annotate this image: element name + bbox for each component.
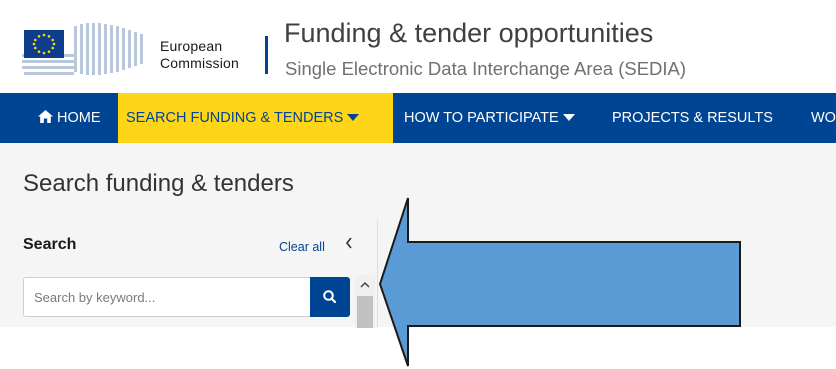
ec-line-1: European xyxy=(160,38,223,54)
page-title: Search funding & tenders xyxy=(23,170,294,197)
search-icon xyxy=(323,290,337,304)
ec-line-2: Commission xyxy=(160,55,240,71)
annotation-arrow xyxy=(378,197,741,367)
nav-label: HOME xyxy=(57,110,101,126)
nav-item-projects-results[interactable]: PROJECTS & RESULTS xyxy=(604,93,781,143)
nav-item-home[interactable]: HOME xyxy=(30,93,109,143)
search-panel-title: Search xyxy=(23,236,77,253)
chevron-left-icon xyxy=(345,237,352,249)
nav-label: WO xyxy=(811,110,836,126)
chevron-up-icon xyxy=(360,281,370,288)
clear-all-link[interactable]: Clear all xyxy=(279,240,325,254)
nav-label: SEARCH FUNDING & TENDERS xyxy=(126,110,344,126)
ec-logo-text: European Commission xyxy=(160,38,239,72)
site-subtitle: Single Electronic Data Interchange Area … xyxy=(285,58,687,79)
home-icon xyxy=(38,109,53,123)
main-nav: HOME SEARCH FUNDING & TENDERS HOW TO PAR… xyxy=(0,93,836,143)
caret-down-icon xyxy=(347,113,360,121)
nav-item-search-funding-tenders[interactable]: SEARCH FUNDING & TENDERS xyxy=(118,93,393,143)
nav-item-how-to-participate[interactable]: HOW TO PARTICIPATE xyxy=(396,93,583,143)
nav-item-work[interactable]: WO xyxy=(803,93,836,143)
search-button[interactable] xyxy=(310,277,350,317)
site-title[interactable]: Funding & tender opportunities xyxy=(284,18,653,49)
caret-down-icon xyxy=(562,113,575,121)
scroll-up-button[interactable] xyxy=(355,275,375,295)
european-commission-logo[interactable] xyxy=(22,20,150,80)
nav-label: PROJECTS & RESULTS xyxy=(612,110,773,126)
search-input[interactable] xyxy=(23,277,310,317)
collapse-panel-button[interactable] xyxy=(344,236,354,255)
nav-label: HOW TO PARTICIPATE xyxy=(404,110,559,126)
scrollbar-thumb[interactable] xyxy=(357,296,373,328)
site-header: European Commission Funding & tender opp… xyxy=(0,0,836,93)
logo-divider xyxy=(265,36,268,74)
